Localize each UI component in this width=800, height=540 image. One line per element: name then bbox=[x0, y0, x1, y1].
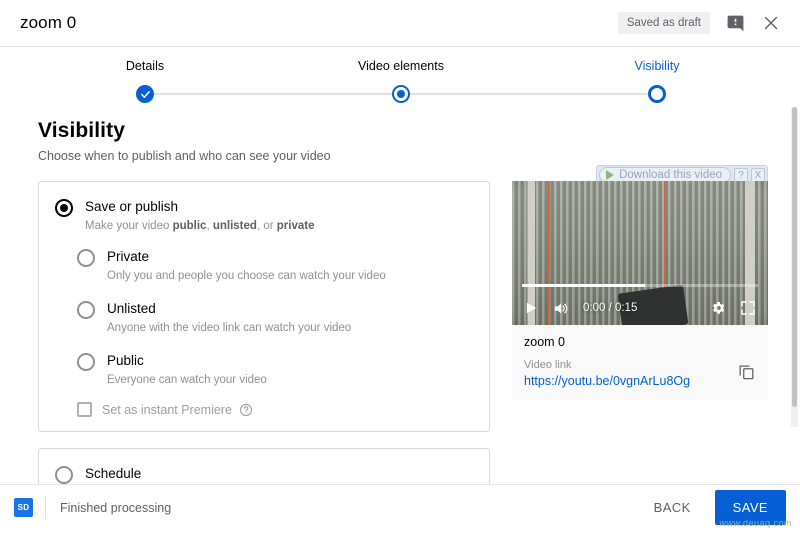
download-close-icon[interactable]: X bbox=[751, 168, 765, 182]
dialog-footer: SD Finished processing BACK SAVE www.deu… bbox=[0, 484, 800, 530]
video-preview: Download this video ? X 0:00 / 0:15 zoom… bbox=[512, 165, 768, 400]
desc-bold-public: public bbox=[172, 220, 207, 232]
unlisted-label: Unlisted bbox=[107, 301, 156, 316]
stepper-labels: Details Video elements Visibility bbox=[0, 59, 800, 79]
save-button[interactable]: SAVE bbox=[714, 490, 786, 525]
instant-premiere-label: Set as instant Premiere bbox=[102, 402, 232, 417]
public-desc: Everyone can watch your video bbox=[107, 374, 267, 386]
dialog-body: Visibility Choose when to publish and wh… bbox=[0, 103, 800, 540]
save-or-publish-option[interactable]: Save or publish Make your video public, … bbox=[55, 198, 473, 234]
download-this-video-label: Download this video bbox=[619, 169, 722, 181]
private-text: Private Only you and people you choose c… bbox=[107, 248, 386, 284]
save-or-publish-card[interactable]: Save or publish Make your video public, … bbox=[38, 181, 490, 432]
video-player[interactable]: 0:00 / 0:15 bbox=[512, 181, 768, 325]
download-help-icon[interactable]: ? bbox=[734, 168, 748, 182]
gear-icon[interactable] bbox=[710, 300, 726, 316]
private-desc: Only you and people you choose can watch… bbox=[107, 270, 386, 282]
fullscreen-icon[interactable] bbox=[740, 300, 756, 316]
video-progress-bar[interactable] bbox=[522, 284, 758, 287]
video-time-display: 0:00 / 0:15 bbox=[583, 302, 638, 314]
page-title-header: zoom 0 bbox=[20, 13, 77, 32]
radio-unlisted[interactable] bbox=[77, 301, 95, 319]
private-label: Private bbox=[107, 249, 150, 264]
save-or-publish-desc: Make your video public, unlisted, or pri… bbox=[85, 219, 314, 234]
stepper-track-2 bbox=[401, 93, 657, 95]
processing-status: Finished processing bbox=[60, 500, 172, 515]
step-label-video-elements[interactable]: Video elements bbox=[358, 59, 444, 73]
page-subtitle: Choose when to publish and who can see y… bbox=[38, 149, 331, 163]
content-columns: Save or publish Make your video public, … bbox=[38, 165, 768, 516]
copy-icon[interactable] bbox=[737, 362, 756, 388]
footer-actions: BACK SAVE bbox=[644, 490, 786, 525]
visibility-content: Visibility Choose when to publish and wh… bbox=[0, 103, 800, 516]
video-info-box: zoom 0 Video link https://youtu.be/0vgnA… bbox=[512, 325, 768, 400]
desc-bold-unlisted: unlisted bbox=[212, 220, 257, 232]
volume-icon[interactable] bbox=[552, 300, 569, 317]
preview-column: Download this video ? X 0:00 / 0:15 zoom… bbox=[512, 165, 768, 516]
save-or-publish-label: Save or publish bbox=[85, 199, 179, 214]
desc-prefix: Make your video bbox=[85, 220, 173, 232]
unlisted-text: Unlisted Anyone with the video link can … bbox=[107, 300, 351, 336]
public-text: Public Everyone can watch your video bbox=[107, 352, 267, 388]
desc-mid-2: , or bbox=[256, 220, 277, 232]
desc-bold-private: private bbox=[276, 220, 315, 232]
radio-schedule[interactable] bbox=[55, 466, 73, 484]
page-title: Visibility bbox=[38, 119, 125, 142]
public-label: Public bbox=[107, 353, 144, 368]
upload-stepper: Details Video elements Visibility bbox=[0, 47, 800, 103]
video-link-label: Video link bbox=[524, 359, 572, 371]
close-icon[interactable] bbox=[760, 12, 782, 34]
radio-private[interactable] bbox=[77, 249, 95, 267]
video-controls: 0:00 / 0:15 bbox=[512, 291, 768, 325]
footer-divider bbox=[45, 496, 46, 519]
help-circle-icon[interactable] bbox=[239, 403, 253, 417]
step-node-video-elements[interactable] bbox=[394, 87, 408, 101]
back-button[interactable]: BACK bbox=[644, 492, 701, 523]
save-or-publish-text: Save or publish Make your video public, … bbox=[85, 198, 314, 234]
video-name: zoom 0 bbox=[524, 335, 565, 349]
unlisted-desc: Anyone with the video link can watch you… bbox=[107, 322, 352, 334]
radio-public[interactable] bbox=[77, 353, 95, 371]
dialog-header: zoom 0 Saved as draft bbox=[0, 0, 800, 47]
content-scrollbar[interactable] bbox=[791, 107, 798, 427]
checkbox-instant-premiere[interactable] bbox=[77, 402, 92, 417]
option-public[interactable]: Public Everyone can watch your video bbox=[77, 352, 473, 388]
quality-badge-sd: SD bbox=[14, 498, 33, 517]
header-actions: Saved as draft bbox=[617, 12, 782, 34]
step-node-visibility[interactable] bbox=[648, 85, 666, 103]
step-node-details[interactable] bbox=[136, 85, 154, 103]
instant-premiere-row[interactable]: Set as instant Premiere bbox=[55, 402, 473, 417]
option-private[interactable]: Private Only you and people you choose c… bbox=[77, 248, 473, 284]
visibility-suboptions: Private Only you and people you choose c… bbox=[55, 248, 473, 388]
status-badge-draft: Saved as draft bbox=[617, 12, 710, 34]
download-play-icon bbox=[606, 170, 615, 180]
video-link-row: Video link https://youtu.be/0vgnArLu8Og bbox=[524, 359, 756, 388]
stepper-track-1 bbox=[145, 93, 401, 95]
step-label-visibility[interactable]: Visibility bbox=[635, 59, 680, 73]
play-icon[interactable] bbox=[524, 301, 538, 315]
video-link-url[interactable]: https://youtu.be/0vgnArLu8Og bbox=[524, 374, 690, 388]
option-unlisted[interactable]: Unlisted Anyone with the video link can … bbox=[77, 300, 473, 336]
options-column: Save or publish Make your video public, … bbox=[38, 181, 490, 516]
radio-save-or-publish[interactable] bbox=[55, 199, 73, 217]
video-link-group: Video link https://youtu.be/0vgnArLu8Og bbox=[524, 359, 690, 388]
schedule-label: Schedule bbox=[85, 466, 142, 481]
step-label-details[interactable]: Details bbox=[126, 59, 164, 73]
feedback-icon[interactable] bbox=[724, 12, 746, 34]
scrollbar-thumb[interactable] bbox=[792, 107, 797, 407]
